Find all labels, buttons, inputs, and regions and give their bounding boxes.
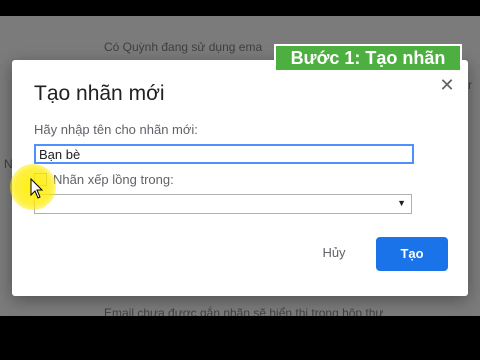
label-name-prompt: Hãy nhập tên cho nhãn mới: [34, 122, 198, 137]
video-letterbox-top [0, 0, 480, 16]
close-icon[interactable]: ✕ [438, 76, 456, 94]
parent-label-select[interactable]: ▼ [34, 194, 412, 214]
background-status-text: Có Quỳnh đang sử dụng ema [104, 40, 263, 54]
nest-label-text: Nhãn xếp lồng trong: [53, 172, 174, 187]
dropdown-arrow-icon: ▼ [397, 198, 406, 208]
new-label-dialog: Tạo nhãn mới ✕ Hãy nhập tên cho nhãn mới… [12, 60, 468, 296]
cancel-button[interactable]: Hủy [314, 243, 354, 263]
dialog-title: Tạo nhãn mới [34, 82, 165, 105]
create-button[interactable]: Tạo [376, 237, 448, 271]
label-name-input[interactable] [34, 144, 414, 164]
video-letterbox-bottom [0, 316, 480, 360]
tutorial-step-badge: Bước 1: Tạo nhãn [274, 44, 462, 72]
background-right-text: r [468, 78, 472, 92]
mouse-pointer-icon [30, 178, 44, 199]
